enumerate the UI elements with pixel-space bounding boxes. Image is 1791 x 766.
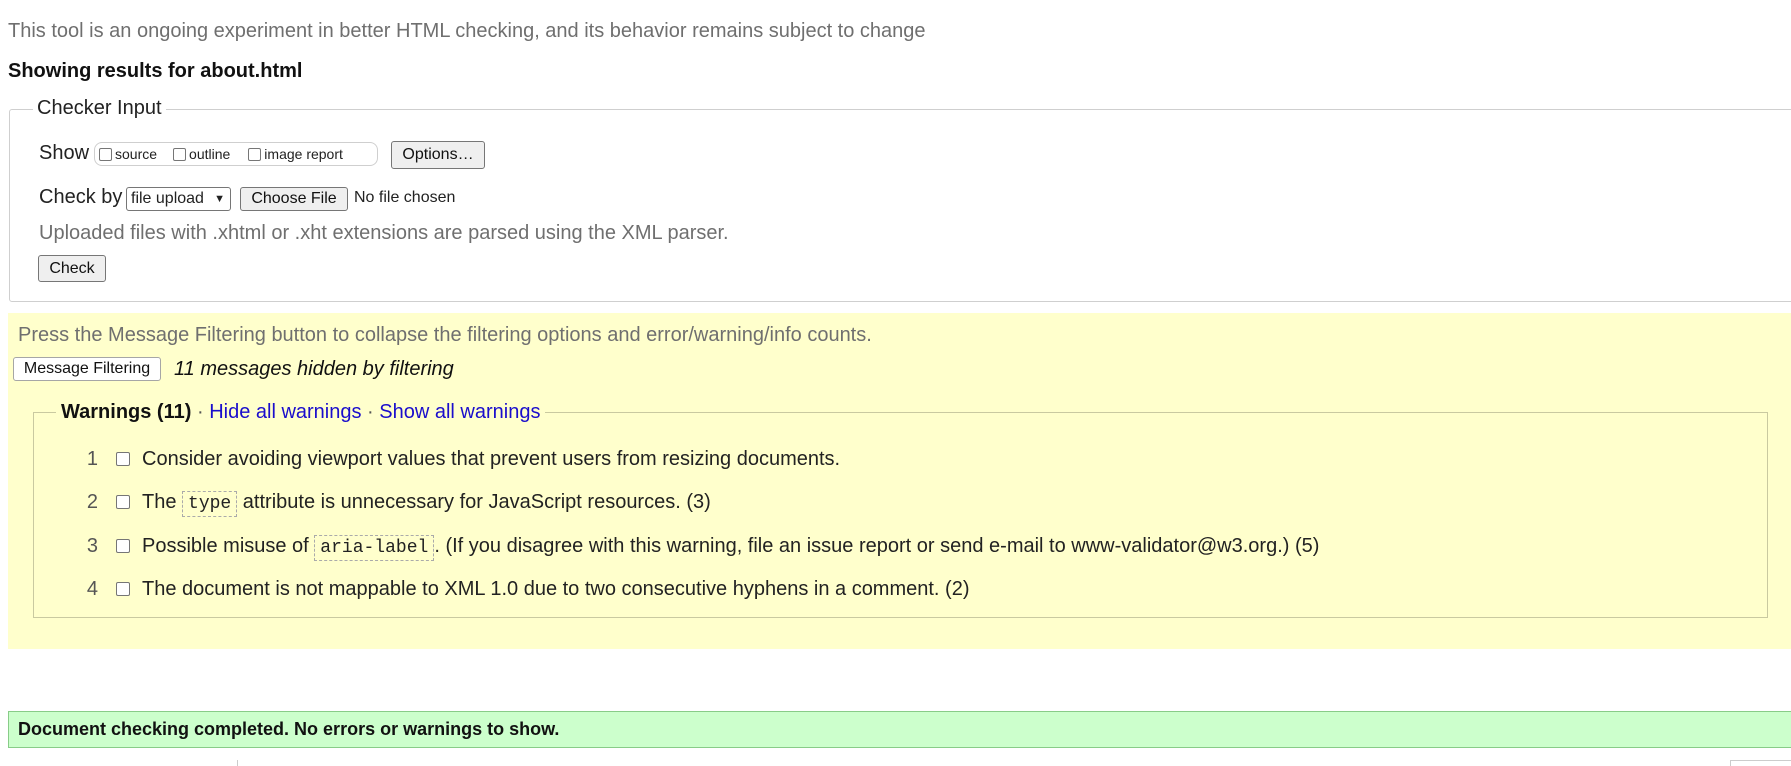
chevron-down-icon: ▼ [214,193,225,205]
upload-note: Uploaded files with .xhtml or .xht exten… [39,222,729,244]
show-label: Show [39,142,90,164]
warning-number: 2 [86,491,98,513]
outline-checkbox[interactable] [173,147,187,161]
warnings-title: Warnings (11) [61,401,192,423]
hide-all-warnings-link[interactable]: Hide all warnings [209,401,361,423]
separator: · [196,401,204,423]
checker-input-legend: Checker Input [33,97,166,120]
no-file-chosen-text: No file chosen [354,189,456,206]
source-checkbox[interactable] [99,147,112,161]
warning-message-end: attribute is unnecessary for JavaScript … [237,491,711,513]
show-options-group: source outline image report [94,142,378,166]
check-button[interactable]: Check [38,255,106,282]
warning-text: Consider avoiding viewport values that p… [142,448,840,471]
warning-message: The document is not mappable to XML 1.0 … [142,578,970,600]
warning-text: The type attribute is unnecessary for Ja… [142,491,711,517]
filtering-hint: Press the Message Filtering button to co… [18,324,872,346]
warning-checkbox[interactable] [116,582,130,596]
warning-number: 4 [86,578,98,600]
image-report-label: image report [264,146,343,162]
warning-message: Consider avoiding viewport values that p… [142,448,841,470]
separator: · [367,401,374,423]
check-by-select[interactable]: file upload ▼ [126,187,231,211]
warning-number: 3 [86,535,98,557]
divider [237,760,238,766]
disclaimer-text: This tool is an ongoing experiment in be… [8,20,926,42]
divider [1730,760,1791,766]
outline-label: outline [189,146,231,162]
warning-number: 1 [86,448,98,470]
warning-message-start: Possible misuse of [142,535,315,557]
warning-message-start: The [142,491,183,513]
warning-text: Possible misuse of aria-label. (If you d… [142,535,1320,561]
choose-file-button[interactable]: Choose File [240,187,348,211]
hidden-messages-count: 11 messages hidden by filtering [174,358,454,380]
show-all-warnings-link[interactable]: Show all warnings [379,401,540,423]
warning-checkbox[interactable] [116,495,130,509]
check-by-label: Check by [39,186,123,208]
success-message: Document checking completed. No errors o… [18,719,560,739]
warning-checkbox[interactable] [116,539,130,553]
message-filtering-button[interactable]: Message Filtering [13,357,161,381]
show-outline-option[interactable]: outline [173,146,230,162]
warnings-legend: Warnings (11) · Hide all warnings · Show… [56,401,546,424]
check-by-value: file upload [131,190,204,207]
code-snippet: type [182,491,238,517]
image-report-checkbox[interactable] [248,147,262,161]
code-snippet: aria-label [314,535,435,561]
warning-checkbox[interactable] [116,452,130,466]
results-title: Showing results for about.html [8,60,303,82]
options-button[interactable]: Options… [391,141,485,169]
source-label: source [115,146,158,162]
show-image-report-option[interactable]: image report [248,146,343,162]
warning-message-end: . (If you disagree with this warning, fi… [434,535,1320,557]
show-source-option[interactable]: source [99,146,157,162]
warning-text: The document is not mappable to XML 1.0 … [142,578,970,601]
